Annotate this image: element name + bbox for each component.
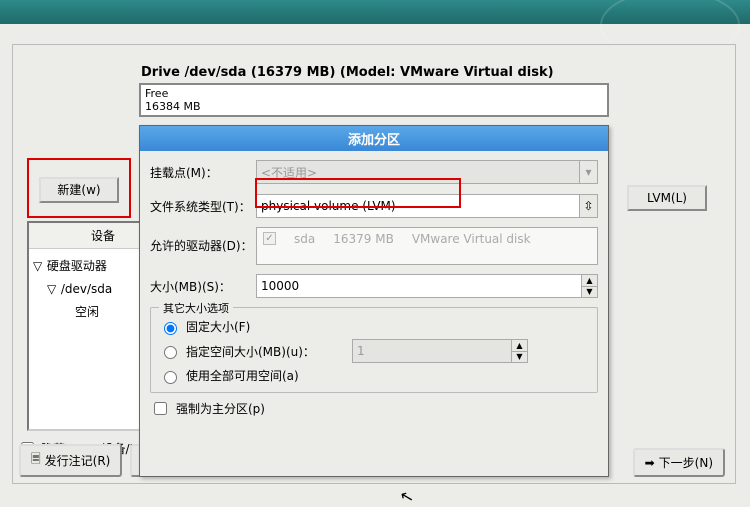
dialog-body: 挂载点(M)： <不适用> ▾ 文件系统类型(T)： physical volu… [140,151,608,424]
filesystem-type-label: 文件系统类型(T)： [150,198,256,215]
drive-free-size: 16384 MB [145,100,603,113]
main-panel: Drive /dev/sda (16379 MB) (Model: VMware… [12,44,736,484]
radio-fill-row: 使用全部可用空间(a) [159,367,589,384]
drive-checkbox-icon: ✓ [263,232,276,245]
notes-icon: 🗏 [31,450,41,471]
new-button-label: 新建(w) [57,183,100,197]
lvm-button[interactable]: LVM(L) [627,185,707,211]
release-notes-button[interactable]: 🗏 发行注记(R) [19,444,122,477]
force-primary-checkbox[interactable] [154,402,167,415]
allowed-drives-list: ✓ sda 16379 MB VMware Virtual disk [256,227,598,265]
radio-upto-label: 指定空间大小(MB)(u)： [186,343,346,360]
chevron-updown-icon: ⇳ [579,195,597,217]
force-primary-label: 强制为主分区(p) [176,400,265,417]
mount-point-value: <不适用> [261,164,317,181]
next-arrow-icon: ➡ [645,456,655,470]
mouse-cursor-icon: ↖ [398,486,416,507]
additional-size-legend: 其它大小选项 [159,300,233,316]
drive-item-size: 16379 MB [333,232,394,246]
filesystem-type-row: 文件系统类型(T)： physical volume (LVM) ⇳ [150,193,598,219]
drive-item-dev: sda [294,232,315,246]
drive-item-model: VMware Virtual disk [412,232,531,246]
radio-upto[interactable] [164,346,177,359]
drive-header-label: Drive /dev/sda (16379 MB) (Model: VMware… [141,65,554,80]
size-spin-up[interactable]: ▲ [582,275,597,287]
size-row: 大小(MB)(S)： ▲ ▼ [150,273,598,299]
upto-spinner: ▲ ▼ [352,339,528,363]
lvm-button-label: LVM(L) [647,191,687,205]
upto-spin-down: ▼ [512,352,527,363]
drive-usage-bar: Free 16384 MB [139,83,609,117]
window-titlebar [0,0,750,24]
size-input[interactable] [257,275,581,297]
filesystem-type-combo[interactable]: physical volume (LVM) ⇳ [256,194,598,218]
size-spin-buttons: ▲ ▼ [581,275,597,297]
mount-point-combo: <不适用> ▾ [256,160,598,184]
release-notes-label: 发行注记(R) [45,452,111,469]
radio-fixed-label: 固定大小(F) [186,318,250,335]
allowed-drives-row: 允许的驱动器(D)： ✓ sda 16379 MB VMware Virtual… [150,227,598,265]
radio-fill[interactable] [164,371,177,384]
allowed-drives-label: 允许的驱动器(D)： [150,227,256,254]
next-button-label: 下一步(N) [659,454,713,471]
additional-size-fieldset: 其它大小选项 固定大小(F) 指定空间大小(MB)(u)： ▲ ▼ [150,307,598,393]
radio-fixed[interactable] [164,322,177,335]
tree-root-label: 硬盘驱动器 [47,259,107,273]
upto-input [353,340,511,362]
radio-upto-row: 指定空间大小(MB)(u)： ▲ ▼ [159,339,589,363]
mount-point-label: 挂载点(M)： [150,164,256,181]
mount-point-row: 挂载点(M)： <不适用> ▾ [150,159,598,185]
chevron-down-icon: ▾ [579,161,597,183]
dialog-title: 添加分区 [140,126,608,151]
upto-spin-buttons: ▲ ▼ [511,340,527,362]
tree-device-label: /dev/sda [61,282,112,296]
filesystem-type-value: physical volume (LVM) [261,199,396,213]
upto-spin-up: ▲ [512,340,527,352]
force-primary-row: 强制为主分区(p) [150,399,598,418]
size-label: 大小(MB)(S)： [150,278,256,295]
add-partition-dialog: 添加分区 挂载点(M)： <不适用> ▾ 文件系统类型(T)： physical… [139,125,609,477]
next-button[interactable]: ➡ 下一步(N) [633,448,725,477]
new-button[interactable]: 新建(w) [39,177,119,203]
drive-free-label: Free [145,87,603,100]
radio-fixed-row: 固定大小(F) [159,318,589,335]
radio-fill-label: 使用全部可用空间(a) [186,367,299,384]
size-spin-down[interactable]: ▼ [582,287,597,298]
size-spinner[interactable]: ▲ ▼ [256,274,598,298]
tree-free-label: 空闲 [75,305,99,319]
